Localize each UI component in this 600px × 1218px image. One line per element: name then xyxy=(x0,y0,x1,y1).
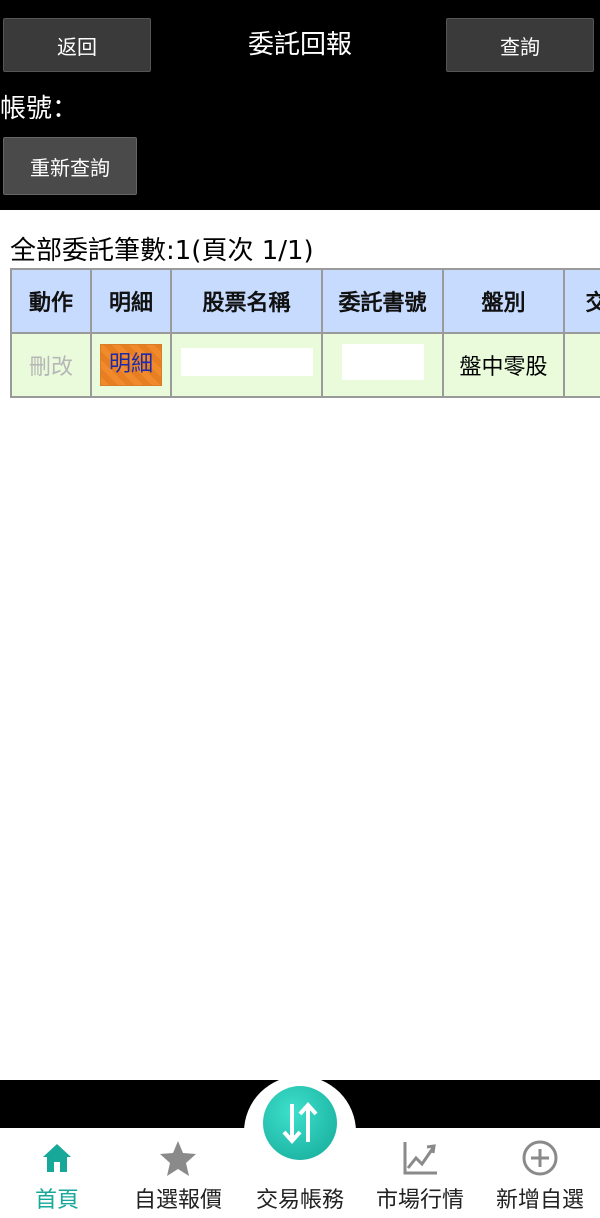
modify-cancel-link[interactable]: 刪改 xyxy=(10,332,92,398)
column-header-stock-name: 股票名稱 xyxy=(170,268,323,334)
nav-label-add-watchlist: 新增自選 xyxy=(495,1188,584,1213)
order-no-value xyxy=(341,344,424,380)
nav-item-watchlist[interactable]: 自選報價 xyxy=(118,1136,238,1216)
table-row: 刪改 明細 盤中零股 xyxy=(10,332,600,398)
table-header-row: 動作 明細 股票名稱 委託書號 盤別 交易 xyxy=(10,268,600,334)
column-header-detail: 明細 xyxy=(90,268,172,334)
column-header-action: 動作 xyxy=(10,268,92,334)
star-icon xyxy=(160,1141,196,1176)
session-cell: 盤中零股 xyxy=(442,332,565,398)
nav-item-home[interactable]: 首頁 xyxy=(0,1136,117,1216)
stock-name-cell xyxy=(170,332,323,398)
chart-icon xyxy=(403,1142,437,1175)
order-no-cell xyxy=(321,332,444,398)
detail-cell: 明細 xyxy=(90,332,172,398)
nav-label-market: 市場行情 xyxy=(375,1188,464,1213)
back-button[interactable]: 返回 xyxy=(3,18,151,72)
nav-label-watchlist: 自選報價 xyxy=(133,1188,222,1213)
nav-label-home: 首頁 xyxy=(34,1188,79,1213)
nav-label-trade: 交易帳務 xyxy=(255,1188,344,1213)
home-icon xyxy=(43,1144,71,1172)
trade-cell xyxy=(563,332,600,398)
column-header-trade: 交易 xyxy=(563,268,600,334)
account-label: 帳號： xyxy=(0,94,79,124)
orders-table: 動作 明細 股票名稱 委託書號 盤別 交易 刪改 明細 盤中零股 xyxy=(10,268,600,398)
plus-circle-icon xyxy=(522,1140,558,1176)
nav-item-market[interactable]: 市場行情 xyxy=(360,1136,480,1216)
requery-button[interactable]: 重新查詢 xyxy=(3,137,137,195)
nav-item-trade[interactable]: 交易帳務 xyxy=(240,1136,360,1216)
query-button[interactable]: 查詢 xyxy=(446,18,594,72)
order-summary: 全部委託筆數:1(頁次 1/1) xyxy=(10,236,314,266)
page-title: 委託回報 xyxy=(247,30,352,60)
orders-table-container[interactable]: 動作 明細 股票名稱 委託書號 盤別 交易 刪改 明細 盤中零股 xyxy=(10,268,600,398)
column-header-session: 盤別 xyxy=(442,268,565,334)
nav-item-add-watchlist[interactable]: 新增自選 xyxy=(480,1136,600,1216)
stock-name-value xyxy=(180,348,313,376)
column-header-order-no: 委託書號 xyxy=(321,268,444,334)
detail-button[interactable]: 明細 xyxy=(100,344,162,386)
